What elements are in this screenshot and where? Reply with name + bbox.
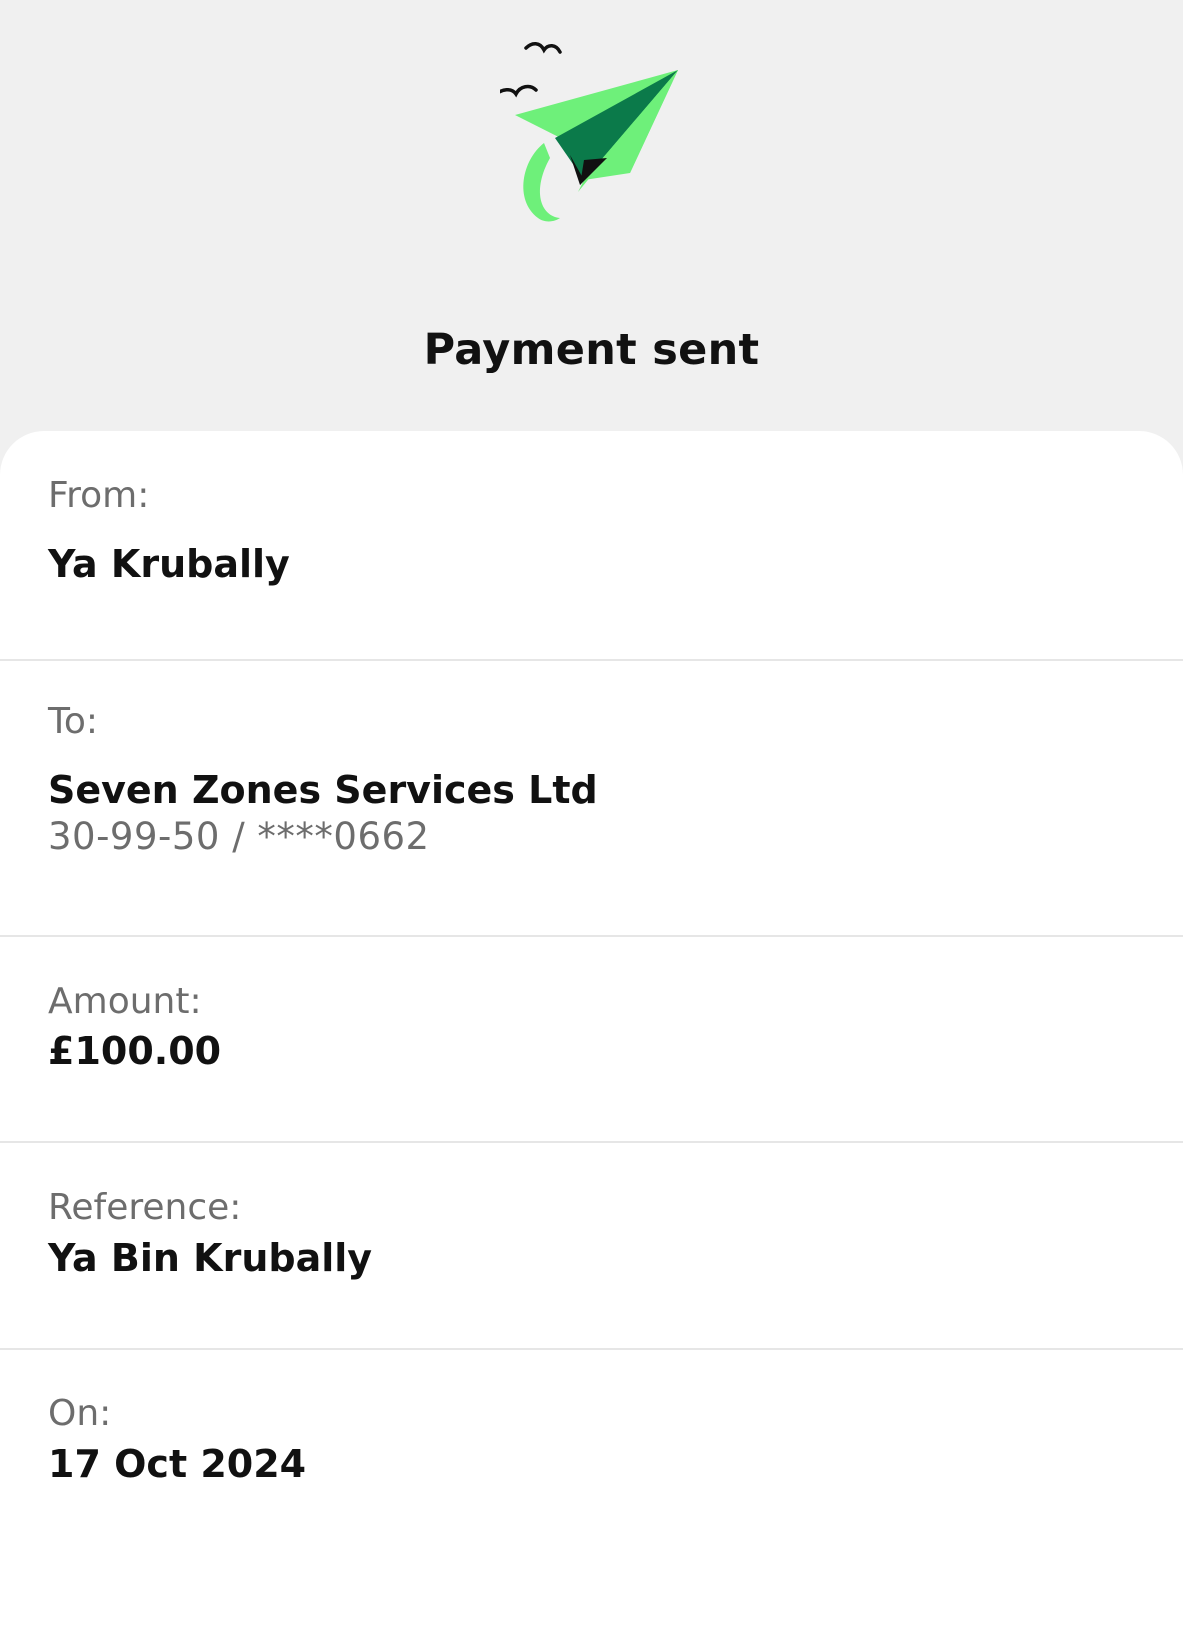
payment-details-card: From: Ya Krubally To: Seven Zones Servic… — [0, 431, 1183, 1631]
date-value: 17 Oct 2024 — [48, 1442, 307, 1486]
from-value: Ya Krubally — [48, 542, 290, 586]
amount-value: £100.00 — [48, 1029, 222, 1073]
from-label: From: — [48, 475, 150, 516]
paper-plane-icon — [500, 42, 678, 222]
amount-label: Amount: — [48, 981, 202, 1022]
to-label: To: — [48, 701, 99, 742]
page-title: Payment sent — [423, 325, 760, 375]
header-area: Payment sent — [0, 0, 1183, 430]
divider — [0, 1141, 1183, 1143]
divider — [0, 935, 1183, 937]
reference-value: Ya Bin Krubally — [48, 1236, 373, 1280]
divider — [0, 1348, 1183, 1350]
date-label: On: — [48, 1393, 112, 1434]
to-account-number: 30-99-50 / ****0662 — [48, 815, 430, 858]
divider — [0, 659, 1183, 661]
reference-label: Reference: — [48, 1187, 242, 1228]
to-value: Seven Zones Services Ltd — [48, 768, 598, 812]
